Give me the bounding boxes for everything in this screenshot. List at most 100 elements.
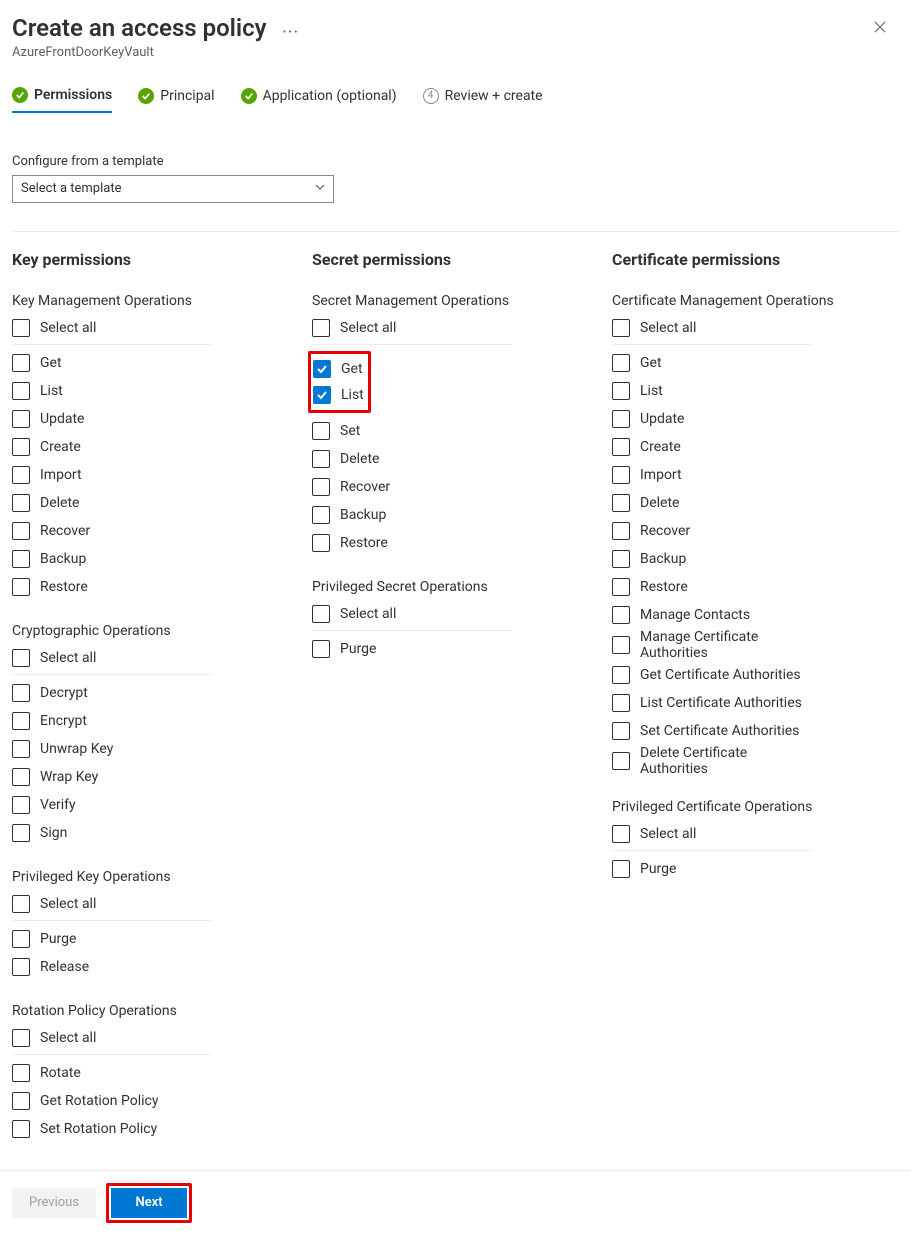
select-all-row[interactable]: Select all xyxy=(12,893,212,921)
checkbox[interactable] xyxy=(312,640,330,658)
checkbox[interactable] xyxy=(612,752,630,770)
permission-item[interactable]: Set Rotation Policy xyxy=(12,1115,212,1143)
wizard-step-0[interactable]: Permissions xyxy=(12,87,112,113)
checkbox[interactable] xyxy=(612,550,630,568)
permission-item[interactable]: Verify xyxy=(12,791,212,819)
checkbox[interactable] xyxy=(12,768,30,786)
permission-item[interactable]: Delete Certificate Authorities xyxy=(612,745,812,777)
permission-item[interactable]: Get xyxy=(313,356,364,382)
checkbox[interactable] xyxy=(312,450,330,468)
permission-item[interactable]: Backup xyxy=(12,545,212,573)
permission-item[interactable]: Update xyxy=(12,405,212,433)
permission-item[interactable]: Update xyxy=(612,405,812,433)
permission-item[interactable]: Create xyxy=(12,433,212,461)
permission-item[interactable]: Purge xyxy=(312,635,512,663)
permission-item[interactable]: Create xyxy=(612,433,812,461)
checkbox[interactable] xyxy=(12,410,30,428)
permission-item[interactable]: Purge xyxy=(612,855,812,883)
checkbox[interactable] xyxy=(12,684,30,702)
checkbox[interactable] xyxy=(612,860,630,878)
checkbox[interactable] xyxy=(612,722,630,740)
permission-item[interactable]: Backup xyxy=(612,545,812,573)
wizard-step-1[interactable]: Principal xyxy=(138,88,214,112)
checkbox[interactable] xyxy=(612,694,630,712)
checkbox[interactable] xyxy=(12,824,30,842)
permission-item[interactable]: Unwrap Key xyxy=(12,735,212,763)
wizard-step-2[interactable]: Application (optional) xyxy=(241,88,397,112)
checkbox[interactable] xyxy=(12,796,30,814)
checkbox[interactable] xyxy=(612,636,630,654)
permission-item[interactable]: Set Certificate Authorities xyxy=(612,717,812,745)
checkbox[interactable] xyxy=(12,354,30,372)
checkbox[interactable] xyxy=(12,1092,30,1110)
permission-item[interactable]: Get xyxy=(12,349,212,377)
checkbox[interactable] xyxy=(612,466,630,484)
checkbox[interactable] xyxy=(312,422,330,440)
checkbox[interactable] xyxy=(612,606,630,624)
checkbox[interactable] xyxy=(12,1029,30,1047)
checkbox[interactable] xyxy=(12,578,30,596)
checkbox[interactable] xyxy=(612,438,630,456)
more-icon[interactable]: ··· xyxy=(282,22,299,43)
select-all-row[interactable]: Select all xyxy=(312,317,512,345)
permission-item[interactable]: Manage Contacts xyxy=(612,601,812,629)
close-icon[interactable] xyxy=(869,16,891,42)
permission-item[interactable]: Set xyxy=(312,417,512,445)
template-dropdown[interactable]: Select a template xyxy=(12,175,334,203)
permission-item[interactable]: Purge xyxy=(12,925,212,953)
permission-item[interactable]: Get xyxy=(612,349,812,377)
checkbox[interactable] xyxy=(12,649,30,667)
permission-item[interactable]: Release xyxy=(12,953,212,981)
permission-item[interactable]: Restore xyxy=(312,529,512,557)
checkbox[interactable] xyxy=(612,666,630,684)
select-all-row[interactable]: Select all xyxy=(312,603,512,631)
select-all-row[interactable]: Select all xyxy=(612,823,812,851)
checkbox[interactable] xyxy=(612,494,630,512)
checkbox[interactable] xyxy=(312,478,330,496)
checkbox[interactable] xyxy=(313,360,331,378)
permission-item[interactable]: Delete xyxy=(612,489,812,517)
checkbox[interactable] xyxy=(12,895,30,913)
permission-item[interactable]: Recover xyxy=(612,517,812,545)
permission-item[interactable]: Recover xyxy=(12,517,212,545)
permission-item[interactable]: Import xyxy=(612,461,812,489)
select-all-row[interactable]: Select all xyxy=(612,317,812,345)
permission-item[interactable]: Restore xyxy=(12,573,212,601)
permission-item[interactable]: Backup xyxy=(312,501,512,529)
permission-item[interactable]: List Certificate Authorities xyxy=(612,689,812,717)
next-button[interactable]: Next xyxy=(111,1188,187,1218)
checkbox[interactable] xyxy=(312,605,330,623)
select-all-row[interactable]: Select all xyxy=(12,647,212,675)
select-all-row[interactable]: Select all xyxy=(12,317,212,345)
checkbox[interactable] xyxy=(12,494,30,512)
permission-item[interactable]: Get Rotation Policy xyxy=(12,1087,212,1115)
checkbox[interactable] xyxy=(612,522,630,540)
checkbox[interactable] xyxy=(612,825,630,843)
permission-item[interactable]: Sign xyxy=(12,819,212,847)
checkbox[interactable] xyxy=(312,534,330,552)
checkbox[interactable] xyxy=(12,1120,30,1138)
checkbox[interactable] xyxy=(612,578,630,596)
permission-item[interactable]: Delete xyxy=(312,445,512,473)
permission-item[interactable]: Restore xyxy=(612,573,812,601)
checkbox[interactable] xyxy=(12,319,30,337)
checkbox[interactable] xyxy=(12,382,30,400)
checkbox[interactable] xyxy=(12,466,30,484)
checkbox[interactable] xyxy=(612,410,630,428)
checkbox[interactable] xyxy=(12,712,30,730)
checkbox[interactable] xyxy=(12,930,30,948)
checkbox[interactable] xyxy=(312,506,330,524)
permission-item[interactable]: Import xyxy=(12,461,212,489)
checkbox[interactable] xyxy=(12,438,30,456)
select-all-row[interactable]: Select all xyxy=(12,1027,212,1055)
permission-item[interactable]: Delete xyxy=(12,489,212,517)
permission-item[interactable]: Recover xyxy=(312,473,512,501)
checkbox[interactable] xyxy=(12,1064,30,1082)
checkbox[interactable] xyxy=(312,319,330,337)
permission-item[interactable]: List xyxy=(612,377,812,405)
permission-item[interactable]: Wrap Key xyxy=(12,763,212,791)
checkbox[interactable] xyxy=(313,386,331,404)
wizard-step-3[interactable]: 4Review + create xyxy=(423,88,543,112)
checkbox[interactable] xyxy=(12,958,30,976)
checkbox[interactable] xyxy=(12,522,30,540)
